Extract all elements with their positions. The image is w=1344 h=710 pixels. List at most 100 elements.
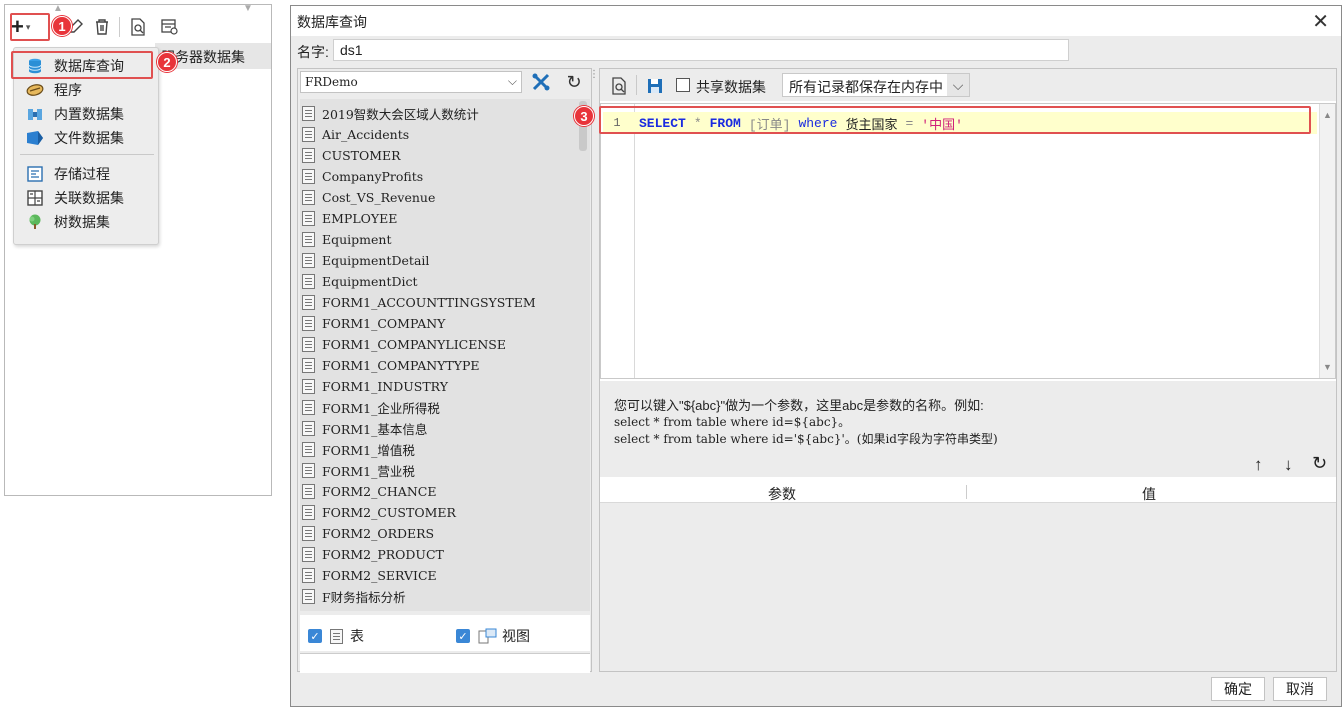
show-views-toggle[interactable]: ✓ 视图 — [456, 626, 530, 646]
table-list-item[interactable]: F财务指标分析 — [302, 586, 406, 607]
table-icon — [302, 589, 315, 604]
dataset-settings-icon[interactable] — [159, 16, 181, 38]
related-dataset-icon — [26, 190, 44, 206]
refresh-params-icon[interactable]: ↻ — [1312, 453, 1327, 474]
table-list-item[interactable]: FORM2_SERVICE — [302, 565, 437, 586]
menu-item-file-dataset[interactable]: 文件数据集 — [14, 126, 158, 150]
sql-editor[interactable]: 1 SELECT * FROM [订单] where 货主国家 = '中国' ▲… — [600, 103, 1336, 379]
connection-value: FRDemo — [305, 75, 358, 89]
table-name: 2019智数大会区域人数统计 — [322, 107, 479, 122]
scroll-up-icon[interactable]: ▲ — [53, 3, 63, 14]
table-list-item[interactable]: Cost_VS_Revenue — [302, 187, 435, 208]
column-header-param: 参数 — [768, 486, 796, 502]
share-dataset-checkbox[interactable] — [676, 78, 690, 92]
line-number-gutter — [601, 104, 635, 378]
table-name: FORM2_ORDERS — [322, 526, 435, 541]
table-name: FORM1_营业税 — [322, 464, 415, 479]
database-query-dialog: 数据库查询 ✕ 名字: ds1 FRDemo ⌵ ↻ ⋮ 2019智数大会区域人… — [290, 5, 1342, 707]
table-list-item[interactable]: FORM2_ORDERS — [302, 523, 434, 544]
table-list-item[interactable]: FORM1_企业所得税 — [302, 397, 440, 418]
cache-mode-select[interactable]: 所有记录都保存在内存中 ⌵ — [782, 73, 970, 97]
move-up-icon[interactable]: ↑ — [1254, 455, 1263, 475]
table-icon — [302, 547, 315, 562]
name-input[interactable]: ds1 — [333, 39, 1069, 61]
table-list-item[interactable]: FORM1_增值税 — [302, 439, 415, 460]
table-icon — [302, 463, 315, 478]
collapse-handle[interactable]: ⋮ — [589, 69, 599, 95]
menu-item-tree-dataset[interactable]: 树数据集 — [14, 210, 158, 234]
scroll-down-icon[interactable]: ▼ — [243, 3, 253, 14]
database-pane: FRDemo ⌵ ↻ ⋮ 2019智数大会区域人数统计 Air_Accidents… — [297, 68, 599, 673]
menu-item-label: 文件数据集 — [54, 130, 124, 146]
menu-item-related-dataset[interactable]: 关联数据集 — [14, 186, 158, 210]
preview-icon[interactable] — [608, 75, 630, 97]
table-list-item[interactable]: Air_Accidents — [302, 124, 409, 145]
table-list-item[interactable]: FORM1_COMPANY — [302, 313, 445, 334]
table-list-item[interactable]: FORM1_INDUSTRY — [302, 376, 448, 397]
hint-line: select * from table where id=${abc}。 — [614, 415, 851, 429]
table-list-item[interactable]: Equipment — [302, 229, 392, 250]
table-list-item[interactable]: FORM1_营业税 — [302, 460, 415, 481]
table-list-item[interactable]: EquipmentDetail — [302, 250, 429, 271]
scroll-down-icon[interactable]: ▼ — [1323, 362, 1332, 372]
table-list-item[interactable]: FORM1_COMPANYTYPE — [302, 355, 480, 376]
delete-icon[interactable] — [91, 16, 113, 38]
scroll-up-icon[interactable]: ▲ — [1323, 110, 1332, 120]
table-icon — [302, 253, 315, 268]
move-down-icon[interactable]: ↓ — [1284, 455, 1293, 475]
menu-item-program[interactable]: 程序 — [14, 78, 158, 102]
table-icon — [302, 148, 315, 163]
ok-button[interactable]: 确定 — [1211, 677, 1265, 701]
builtin-dataset-icon — [26, 106, 44, 122]
preview-icon[interactable] — [127, 16, 149, 38]
close-button[interactable]: ✕ — [1312, 9, 1329, 34]
table-icon — [302, 337, 315, 352]
menu-item-builtin-dataset[interactable]: 内置数据集 — [14, 102, 158, 126]
filter-row: ✓ 表 ✓ 视图 — [300, 615, 590, 651]
dataset-panel: ▲ ▼ + ▾ 服务器数据集 数据库查询 程序 内置数据集 文件数据集 存储过程… — [4, 3, 272, 496]
table-list-item[interactable]: FORM1_ACCOUNTTINGSYSTEM — [302, 292, 536, 313]
table-search-field[interactable] — [300, 653, 590, 673]
table-name: Cost_VS_Revenue — [322, 190, 436, 205]
show-tables-toggle[interactable]: ✓ 表 — [308, 626, 364, 646]
table-name: Equipment — [322, 232, 392, 247]
column-divider — [966, 485, 967, 499]
connection-settings-button[interactable] — [528, 71, 554, 93]
view-icon — [478, 628, 497, 644]
table-list-item[interactable]: CompanyProfits — [302, 166, 423, 187]
table-list-item[interactable]: 2019智数大会区域人数统计 — [302, 103, 479, 124]
table-icon — [302, 190, 315, 205]
menu-divider — [20, 154, 154, 155]
cancel-button[interactable]: 取消 — [1273, 677, 1327, 701]
table-list-item[interactable]: FORM1_基本信息 — [302, 418, 427, 439]
table-icon — [302, 232, 315, 247]
table-list-item[interactable]: EquipmentDict — [302, 271, 418, 292]
tools-icon — [532, 73, 550, 91]
name-label: 名字: — [297, 44, 329, 60]
parameter-table-body[interactable] — [600, 503, 1336, 671]
table-name: Air_Accidents — [322, 127, 410, 142]
table-list-item[interactable]: EMPLOYEE — [302, 208, 397, 229]
menu-item-stored-procedure[interactable]: 存储过程 — [14, 162, 158, 186]
parameter-hint: 您可以键入"${abc}"做为一个参数，这里abc是参数的名称。例如: sele… — [600, 381, 1336, 477]
refresh-icon[interactable]: ↻ — [562, 71, 586, 93]
table-icon — [302, 526, 315, 541]
table-name: FORM1_企业所得税 — [322, 401, 440, 416]
table-list-item[interactable]: FORM2_PRODUCT — [302, 544, 444, 565]
views-label: 视图 — [502, 628, 530, 644]
table-name: FORM2_CUSTOMER — [322, 505, 456, 520]
table-name: FORM1_ACCOUNTTINGSYSTEM — [322, 295, 536, 310]
table-icon — [302, 568, 315, 583]
table-icon — [302, 295, 315, 310]
hint-line: 您可以键入"${abc}"做为一个参数，这里abc是参数的名称。例如: — [614, 398, 984, 413]
table-list-item[interactable]: CUSTOMER — [302, 145, 401, 166]
connection-select[interactable]: FRDemo ⌵ — [300, 71, 522, 93]
table-name: FORM1_INDUSTRY — [322, 379, 448, 394]
table-name: FORM1_基本信息 — [322, 422, 428, 437]
table-list-item[interactable]: FORM2_CHANCE — [302, 481, 436, 502]
table-list-scrollbar[interactable] — [578, 99, 588, 611]
editor-scrollbar[interactable]: ▲ ▼ — [1319, 104, 1335, 378]
table-list-item[interactable]: FORM2_CUSTOMER — [302, 502, 456, 523]
table-list-item[interactable]: FORM1_COMPANYLICENSE — [302, 334, 506, 355]
save-sql-icon[interactable] — [644, 75, 666, 97]
